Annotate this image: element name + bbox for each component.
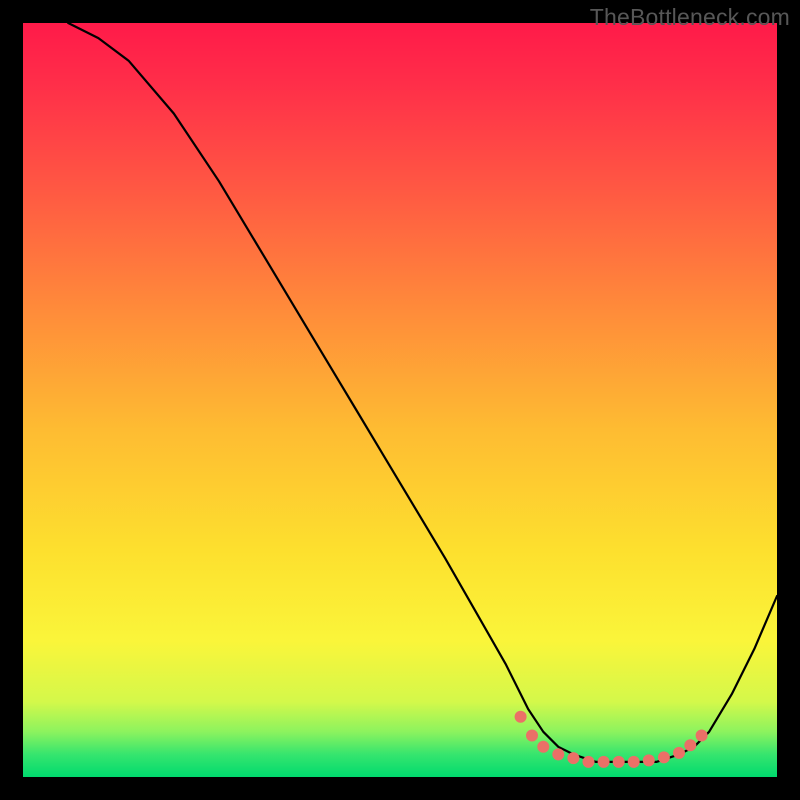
highlight-dot [515,711,527,723]
chart-svg [23,23,777,777]
highlight-dot [598,756,610,768]
highlight-dot [673,747,685,759]
highlight-dot [567,752,579,764]
highlight-dot [684,739,696,751]
watermark-text: TheBottleneck.com [590,4,790,31]
highlight-dot [628,756,640,768]
highlight-dot [613,756,625,768]
plot-area [23,23,777,777]
highlight-dots [515,711,708,768]
highlight-dot [696,730,708,742]
highlight-dot [583,756,595,768]
highlight-dot [658,751,670,763]
highlight-dot [526,730,538,742]
bottleneck-curve [68,23,777,762]
highlight-dot [552,748,564,760]
chart-frame: TheBottleneck.com [0,0,800,800]
highlight-dot [537,741,549,753]
highlight-dot [643,754,655,766]
